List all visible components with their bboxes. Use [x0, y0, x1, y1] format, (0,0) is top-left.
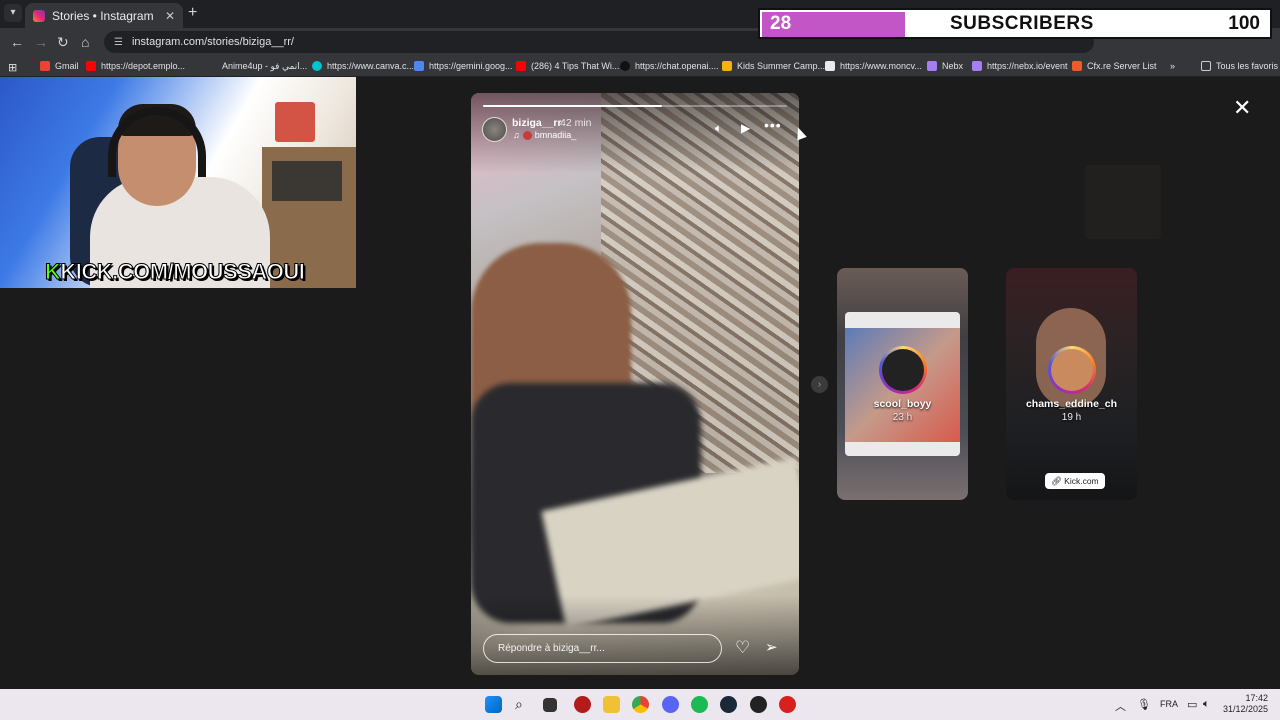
bookmark-item[interactable]: https://gemini.goog...	[414, 61, 513, 71]
search-icon[interactable]: ⌕	[515, 696, 523, 713]
share-send-icon[interactable]: ➢	[765, 638, 778, 656]
spotify-icon[interactable]	[691, 696, 708, 713]
network-icon[interactable]: ▭	[1187, 698, 1197, 711]
canva-icon	[312, 61, 322, 71]
folder-icon	[1201, 61, 1211, 71]
youtube-icon	[516, 61, 526, 71]
nebx-icon	[972, 61, 982, 71]
bookmarks-bar: ⊞ Gmail https://depot.emplo... Anime4up …	[0, 56, 1280, 77]
play-icon[interactable]: ▶	[741, 121, 750, 135]
new-tab-button[interactable]: +	[188, 4, 197, 22]
app-icon-red-circle[interactable]	[779, 696, 796, 713]
story-preview-time: 19 h	[1061, 412, 1082, 423]
story-preview-username: chams_eddine_ch	[1025, 398, 1118, 410]
site-info-icon[interactable]: ☰	[114, 37, 123, 48]
forward-icon[interactable]: →	[34, 34, 48, 50]
story-preview-card[interactable]: scool_boyy 23 h	[837, 268, 968, 500]
chrome-icon[interactable]	[632, 696, 649, 713]
microphone-icon[interactable]: 🎙︎	[1137, 698, 1151, 711]
app-icon-dark[interactable]	[750, 696, 767, 713]
bookmark-item[interactable]: https://www.canva.c...	[312, 61, 414, 71]
volume-icon[interactable]: 🔈︎	[1203, 698, 1210, 711]
webcam-overlay	[0, 77, 356, 288]
webcam-monitor	[272, 161, 342, 201]
like-heart-icon[interactable]: ♡	[735, 638, 750, 658]
tray-overflow-icon[interactable]: ︿	[1115, 698, 1126, 714]
tab-title: Stories • Instagram	[52, 8, 154, 23]
bookmark-item[interactable]: https://depot.emplo...	[86, 61, 185, 71]
moncv-icon	[825, 61, 835, 71]
faded-story-preview	[1085, 165, 1161, 239]
bookmark-item[interactable]: (286) 4 Tips That Wi...	[516, 61, 619, 71]
kick-handle-overlay: KKICK.COM/MOUSSAOUI	[44, 259, 306, 285]
volume-icon[interactable]: 🔈︎	[715, 121, 722, 136]
next-story-arrow-icon[interactable]: ›	[811, 376, 828, 393]
url-text: instagram.com/stories/biziga__rr/	[131, 36, 294, 48]
bookmark-item[interactable]: Nebx	[927, 61, 963, 71]
story-avatar-ring	[1048, 346, 1096, 394]
all-bookmarks-folder[interactable]: Tous les favoris	[1201, 61, 1278, 71]
clock[interactable]: 17:42 31/12/2025	[1220, 693, 1268, 715]
subscriber-goal: 100	[1228, 13, 1260, 34]
bookmarks-overflow-icon[interactable]: »	[1170, 61, 1175, 71]
subscriber-count: 28	[770, 13, 792, 34]
apps-grid-icon[interactable]: ⊞	[8, 61, 17, 74]
tab-search-button[interactable]: ▾	[4, 4, 22, 22]
windows-start-icon[interactable]	[485, 696, 502, 713]
tab-instagram[interactable]: Stories • Instagram ✕	[25, 3, 183, 28]
story-avatar-ring	[879, 346, 927, 394]
close-stories-icon[interactable]: ✕	[1233, 95, 1251, 121]
back-icon[interactable]: ←	[10, 34, 24, 50]
bookmark-folder-icon	[722, 61, 732, 71]
gemini-icon	[414, 61, 424, 71]
bookmark-item[interactable]: Cfx.re Server List	[1072, 61, 1157, 71]
instagram-icon	[33, 9, 45, 22]
nebx-icon	[927, 61, 937, 71]
story-music-attribution[interactable]: ♫ bmnadiia_	[513, 130, 576, 140]
story-preview-time: 23 h	[892, 412, 913, 423]
language-indicator[interactable]: FRA	[1160, 699, 1178, 709]
music-note-icon: ♫	[513, 130, 520, 140]
bookmark-item[interactable]: https://chat.openai....	[620, 61, 719, 71]
story-preview-username: scool_boyy	[873, 398, 932, 410]
gmail-icon	[40, 61, 50, 71]
home-icon[interactable]: ⌂	[81, 34, 89, 50]
openai-icon	[620, 61, 630, 71]
bookmark-item[interactable]: https://www.moncv...	[825, 61, 922, 71]
youtube-icon	[86, 61, 96, 71]
windows-taskbar: ⌕ ︿ 🎙︎ FRA ▭ 🔈︎ 17:42 31/12/2025	[0, 689, 1280, 720]
app-icon-red[interactable]	[574, 696, 591, 713]
subscriber-label: SUBSCRIBERS	[950, 13, 1094, 34]
story-username[interactable]: biziga__rr	[512, 117, 562, 129]
bookmark-item[interactable]: Kids Summer Camp...	[722, 61, 825, 71]
link-icon: 🔗︎	[1051, 476, 1065, 486]
reload-icon[interactable]: ↻	[57, 34, 69, 51]
music-artist-avatar	[522, 130, 532, 140]
story-progress-fill	[483, 105, 663, 107]
more-options-icon[interactable]: •••	[764, 117, 782, 133]
bookmark-item[interactable]: Anime4up - انمي فو...	[207, 61, 307, 72]
file-explorer-icon[interactable]	[603, 696, 620, 713]
discord-icon[interactable]	[662, 696, 679, 713]
anime-icon	[207, 61, 217, 72]
reply-input[interactable]: Répondre à biziga__rr...	[483, 634, 722, 663]
task-view-icon[interactable]	[543, 698, 557, 712]
bookmark-item[interactable]: Gmail	[40, 61, 79, 71]
story-progress-bar	[483, 105, 787, 107]
cfx-icon	[1072, 61, 1082, 71]
kick-handle-text: KICK.COM/MOUSSAOUI	[60, 259, 306, 285]
story-viewer[interactable]: biziga__rr 42 min ♫ bmnadiia_ 🔈︎ ▶ ••• Ré…	[471, 93, 799, 675]
kick-logo: K	[44, 259, 61, 285]
story-time: 42 min	[560, 117, 592, 129]
webcam-background-item	[275, 102, 315, 142]
steam-icon[interactable]	[720, 696, 737, 713]
tab-close-icon[interactable]: ✕	[165, 9, 175, 23]
story-preview-card[interactable]: chams_eddine_ch 19 h 🔗︎ Kick.com	[1006, 268, 1137, 500]
story-avatar[interactable]	[482, 117, 507, 142]
bookmark-item[interactable]: https://nebx.io/event	[972, 61, 1068, 71]
subscriber-goal-overlay: 28 SUBSCRIBERS 100	[758, 8, 1272, 39]
kick-link-sticker: 🔗︎ Kick.com	[1045, 473, 1105, 489]
